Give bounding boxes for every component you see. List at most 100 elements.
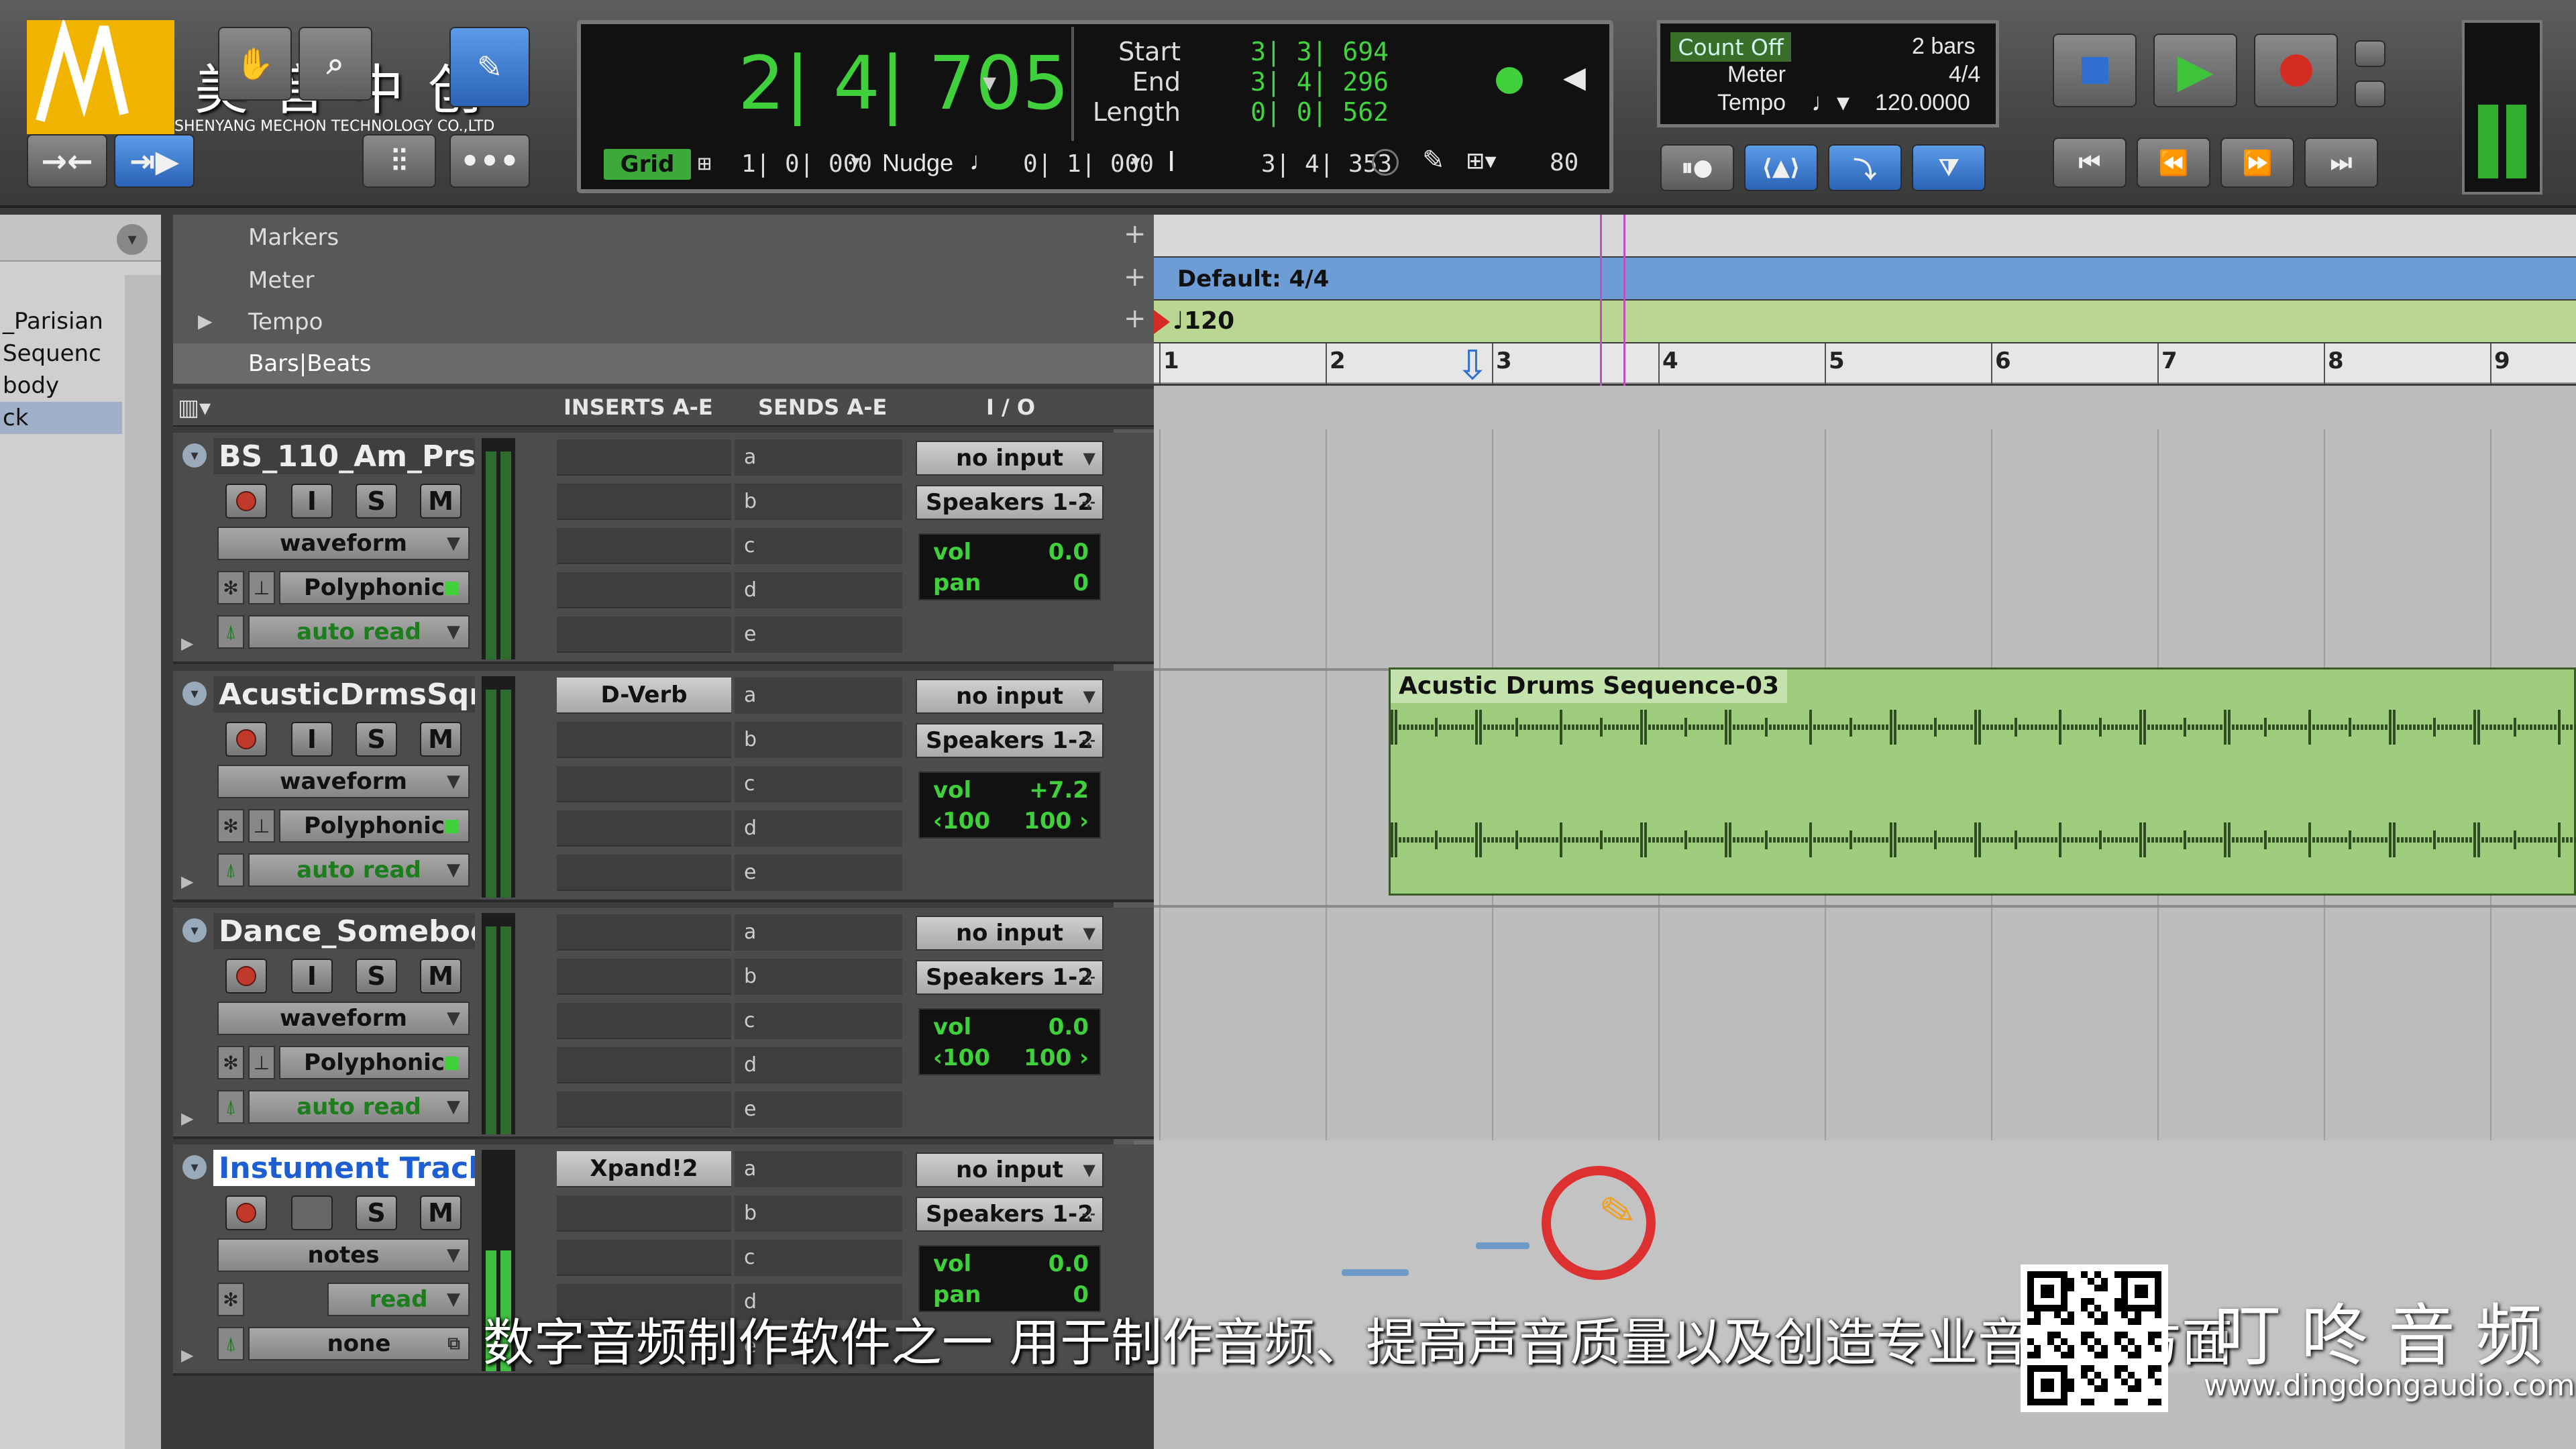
track-collapse-icon[interactable]: ▾ xyxy=(182,682,207,706)
send-slot[interactable]: e xyxy=(735,616,902,653)
send-slot[interactable]: d xyxy=(735,572,902,608)
send-slot[interactable]: b xyxy=(735,722,902,758)
input-selector[interactable]: no input ▼ xyxy=(916,679,1104,714)
insert-slot[interactable] xyxy=(557,722,731,758)
track-view-selector[interactable]: waveform ▼ xyxy=(217,765,470,798)
send-slot[interactable]: e xyxy=(735,1091,902,1128)
track-view-selector[interactable]: notes ▼ xyxy=(217,1238,470,1272)
pencil-small-icon[interactable]: ✎ xyxy=(1422,145,1445,176)
send-slot[interactable]: a xyxy=(735,439,902,476)
go-to-end-button[interactable]: ⏭ xyxy=(2304,138,2378,188)
send-slot[interactable]: d xyxy=(735,810,902,847)
elastic-mode-selector[interactable]: Polyphonic ■ xyxy=(279,571,470,604)
nudge-dropdown-icon[interactable]: ▾ xyxy=(1129,148,1142,174)
volume-value[interactable]: 0.0 xyxy=(1049,1014,1089,1040)
volume-pan-display[interactable]: vol 0.0 pan 0 xyxy=(918,533,1101,600)
record-enable-button[interactable] xyxy=(225,722,267,757)
record-button[interactable] xyxy=(2254,34,2338,107)
midi-merge-button[interactable]: ⤵ xyxy=(1828,144,1902,191)
volume-pan-display[interactable]: vol 0.0 ‹100 100 › xyxy=(918,1008,1101,1075)
tempo-value[interactable]: 120.0000 xyxy=(1875,90,1970,116)
insert-slot[interactable] xyxy=(557,616,731,653)
track-name[interactable]: Instument Track xyxy=(213,1150,475,1186)
solo-button[interactable]: S xyxy=(356,1195,397,1230)
output-selector[interactable]: Speakers 1-2 ⊹ xyxy=(916,485,1104,520)
input-monitor-button[interactable]: I xyxy=(291,722,333,757)
record-enable-button[interactable] xyxy=(225,484,267,519)
more-button[interactable]: ••• xyxy=(449,134,530,188)
solo-button[interactable]: S xyxy=(356,722,397,757)
clip-name[interactable]: Acustic Drums Sequence-03 xyxy=(1391,669,1787,703)
meter-ruler[interactable]: Default: 4/4 xyxy=(1154,258,2576,299)
expand-icon[interactable]: ▶ xyxy=(181,634,193,653)
insert-slot[interactable] xyxy=(557,1047,731,1083)
zoom-tool-button[interactable]: ⌕ xyxy=(299,27,372,101)
automation-mode-selector[interactable]: auto read ▼ xyxy=(248,615,470,649)
track-view-selector[interactable]: waveform ▼ xyxy=(217,527,470,560)
add-marker-icon[interactable]: + xyxy=(1124,219,1146,250)
send-slot[interactable]: a xyxy=(735,914,902,951)
pan-value[interactable]: 0 xyxy=(1073,570,1089,596)
automation-icon[interactable]: ⍋ xyxy=(217,1090,244,1124)
start-value[interactable]: 3| 3| 694 xyxy=(1234,37,1389,66)
automation-mode-selector[interactable]: auto read ▼ xyxy=(248,1090,470,1124)
grid-small-icon[interactable]: ⊞▾ xyxy=(1466,148,1497,174)
midi-output-selector[interactable]: none ⧉ xyxy=(248,1327,470,1360)
nudge-label[interactable]: Nudge xyxy=(882,149,953,177)
insert-slot[interactable] xyxy=(557,855,731,891)
track-collapse-icon[interactable]: ▾ xyxy=(182,443,207,468)
markers-ruler[interactable] xyxy=(1154,215,2576,256)
insert-slot[interactable] xyxy=(557,528,731,564)
insert-slot[interactable] xyxy=(557,439,731,476)
track-collapse-icon[interactable]: ▾ xyxy=(182,1155,207,1179)
insert-slot[interactable] xyxy=(557,914,731,951)
grid-mode-button[interactable]: ⇥▶ xyxy=(114,134,195,188)
midi-note[interactable] xyxy=(1476,1242,1529,1249)
length-value[interactable]: 0| 0| 562 xyxy=(1234,97,1389,127)
volume-value[interactable]: 0.0 xyxy=(1049,539,1089,566)
automation-icon[interactable]: ⍋ xyxy=(217,853,244,887)
meter-value[interactable]: 4/4 xyxy=(1949,62,1980,88)
mute-button[interactable]: M xyxy=(420,1195,462,1230)
insert-slot[interactable] xyxy=(557,959,731,995)
play-button[interactable]: ▶ xyxy=(2153,34,2237,107)
track-collapse-icon[interactable]: ▾ xyxy=(182,918,207,943)
send-slot[interactable]: a xyxy=(735,1151,902,1187)
tempo-expand-icon[interactable]: ▶ xyxy=(198,310,213,332)
list-scrollbar[interactable] xyxy=(125,275,161,1449)
timebase-icon[interactable]: ⊥ xyxy=(248,809,275,843)
expand-icon[interactable]: ▶ xyxy=(181,1109,193,1128)
link-icon[interactable] xyxy=(1372,149,1399,176)
quickpunch-toggle[interactable] xyxy=(2355,80,2385,107)
insert-slot[interactable] xyxy=(557,810,731,847)
output-selector[interactable]: Speakers 1-2 ⊹ xyxy=(916,723,1104,758)
rewind-button[interactable]: ⏪ xyxy=(2137,138,2210,188)
insert-slot[interactable] xyxy=(557,1091,731,1128)
list-menu-icon[interactable]: ▾ xyxy=(117,224,148,255)
automation-mode-selector[interactable]: auto read ▼ xyxy=(248,853,470,887)
tempo-note-icon[interactable]: ♩▾ xyxy=(1811,87,1849,117)
insert-slot-filled[interactable]: D-Verb xyxy=(557,678,731,714)
timebase-icon[interactable]: ⊥ xyxy=(248,571,275,604)
midi-input-icon[interactable] xyxy=(1496,67,1523,94)
bars-beats-ruler[interactable] xyxy=(1154,343,2576,384)
expand-icon[interactable]: ▶ xyxy=(181,872,193,891)
elastic-audio-icon[interactable]: ✻ xyxy=(217,809,244,843)
expand-icon[interactable]: ▶ xyxy=(181,1346,193,1364)
return-to-zero-button[interactable]: ⏮ xyxy=(2053,138,2127,188)
pan-value[interactable]: 100 › xyxy=(1024,1044,1089,1071)
insert-slot[interactable] xyxy=(557,484,731,520)
grid-dropdown-icon[interactable]: ▾ xyxy=(849,148,862,174)
track-name[interactable]: Dance_Somebody xyxy=(213,913,475,949)
input-monitor-button[interactable]: I xyxy=(291,484,333,519)
view-selector-icon[interactable]: ▥▾ xyxy=(178,394,211,421)
mixer-button[interactable]: ⫶⫶ xyxy=(362,134,436,188)
solo-button[interactable]: S xyxy=(356,959,397,994)
speaker-icon[interactable]: ◀ xyxy=(1563,60,1586,95)
elastic-mode-selector[interactable]: Polyphonic ■ xyxy=(279,1046,470,1079)
send-slot[interactable]: b xyxy=(735,1195,902,1232)
send-slot[interactable]: d xyxy=(735,1047,902,1083)
mute-button[interactable]: M xyxy=(420,722,462,757)
send-slot[interactable]: a xyxy=(735,678,902,714)
volume-pan-display[interactable]: vol +7.2 ‹100 100 › xyxy=(918,771,1101,839)
